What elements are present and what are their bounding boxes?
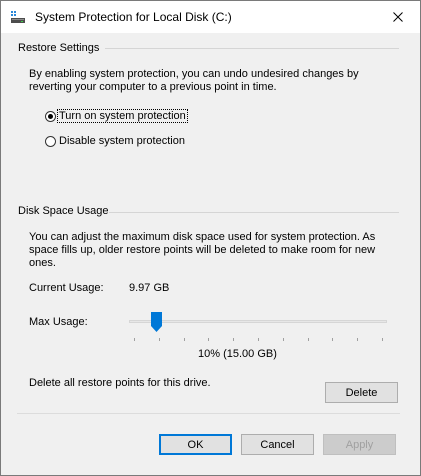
- title-bar[interactable]: System Protection for Local Disk (C:): [1, 1, 420, 33]
- radio-disable-protection[interactable]: Disable system protection: [45, 134, 186, 148]
- slider-thumb[interactable]: [151, 312, 162, 332]
- radio-turn-on-protection[interactable]: Turn on system protection: [45, 109, 188, 123]
- slider-ticks: [129, 338, 387, 342]
- delete-button-label: Delete: [345, 386, 378, 399]
- delete-description: Delete all restore points for this drive…: [29, 377, 211, 389]
- close-button[interactable]: [376, 1, 420, 33]
- max-usage-label: Max Usage:: [29, 316, 88, 328]
- window-title: System Protection for Local Disk (C:): [35, 10, 232, 24]
- current-usage-label: Current Usage:: [29, 282, 104, 294]
- radio-button-turn-on[interactable]: [45, 110, 56, 122]
- delete-button[interactable]: Delete: [325, 382, 398, 403]
- drive-icon: [11, 11, 25, 23]
- disk-space-description: You can adjust the maximum disk space us…: [29, 231, 376, 269]
- apply-button-label: Apply: [345, 438, 374, 451]
- cancel-button-label: Cancel: [260, 438, 295, 451]
- restore-settings-heading: Restore Settings: [18, 42, 100, 54]
- slider-tick: [382, 338, 383, 341]
- slider-tick: [184, 338, 185, 341]
- system-protection-dialog: System Protection for Local Disk (C:) Re…: [0, 0, 421, 476]
- current-usage-value: 9.97 GB: [129, 282, 170, 294]
- close-icon: [393, 12, 403, 22]
- radio-label-disable[interactable]: Disable system protection: [58, 135, 186, 147]
- disk-space-heading: Disk Space Usage: [18, 205, 109, 217]
- restore-settings-description: By enabling system protection, you can u…: [29, 68, 359, 93]
- radio-button-disable[interactable]: [45, 135, 56, 147]
- cancel-button[interactable]: Cancel: [241, 434, 314, 455]
- slider-tick: [134, 338, 135, 341]
- slider-tick: [283, 338, 284, 341]
- slider-track[interactable]: [129, 320, 387, 323]
- slider-tick: [208, 338, 209, 341]
- footer-separator: [17, 413, 400, 414]
- slider-tick: [258, 338, 259, 341]
- slider-tick: [308, 338, 309, 341]
- slider-tick: [357, 338, 358, 341]
- slider-tick: [159, 338, 160, 341]
- ok-button-label: OK: [187, 438, 204, 451]
- apply-button[interactable]: Apply: [323, 434, 396, 455]
- restore-settings-separator: [105, 48, 399, 49]
- slider-tick: [233, 338, 234, 341]
- max-usage-value: 10% (15.00 GB): [198, 348, 277, 360]
- disk-space-separator: [109, 212, 399, 213]
- slider-tick: [332, 338, 333, 341]
- radio-label-turn-on[interactable]: Turn on system protection: [57, 109, 188, 123]
- ok-button[interactable]: OK: [159, 434, 232, 455]
